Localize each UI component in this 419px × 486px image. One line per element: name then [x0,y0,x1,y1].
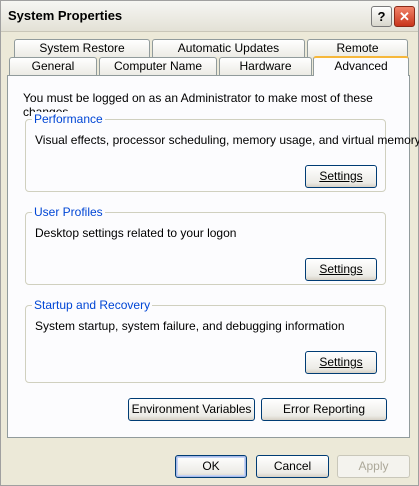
performance-group-label: Performance [32,112,105,126]
error-reporting-button[interactable]: Error Reporting [261,398,387,421]
performance-settings-button[interactable]: Settings [305,165,377,188]
startup-recovery-group-label: Startup and Recovery [32,298,153,312]
tab-system-restore[interactable]: System Restore [14,39,150,57]
title-bar[interactable]: System Properties ? ✕ [1,1,418,32]
system-properties-window: System Properties ? ✕ System Restore Aut… [0,0,419,486]
close-button[interactable]: ✕ [394,6,415,27]
close-icon: ✕ [399,8,410,24]
tab-automatic-updates[interactable]: Automatic Updates [152,39,305,57]
ok-button[interactable]: OK [175,455,247,478]
user-profiles-group-label: User Profiles [32,205,105,219]
startup-recovery-settings-button[interactable]: Settings [305,351,377,374]
user-profiles-description: Desktop settings related to your logon [35,226,237,240]
apply-button[interactable]: Apply [337,455,410,478]
tab-advanced[interactable]: Advanced [313,56,409,76]
cancel-button[interactable]: Cancel [256,455,329,478]
startup-recovery-description: System startup, system failure, and debu… [35,319,345,333]
user-profiles-settings-button[interactable]: Settings [305,258,377,281]
help-button[interactable]: ? [371,6,392,27]
tab-remote[interactable]: Remote [307,39,408,57]
help-icon: ? [377,9,386,24]
performance-description: Visual effects, processor scheduling, me… [35,133,419,147]
tab-hardware[interactable]: Hardware [219,57,312,75]
tab-general[interactable]: General [9,57,97,75]
tab-computer-name[interactable]: Computer Name [99,57,217,75]
environment-variables-button[interactable]: Environment Variables [128,398,255,421]
window-title: System Properties [8,8,123,23]
